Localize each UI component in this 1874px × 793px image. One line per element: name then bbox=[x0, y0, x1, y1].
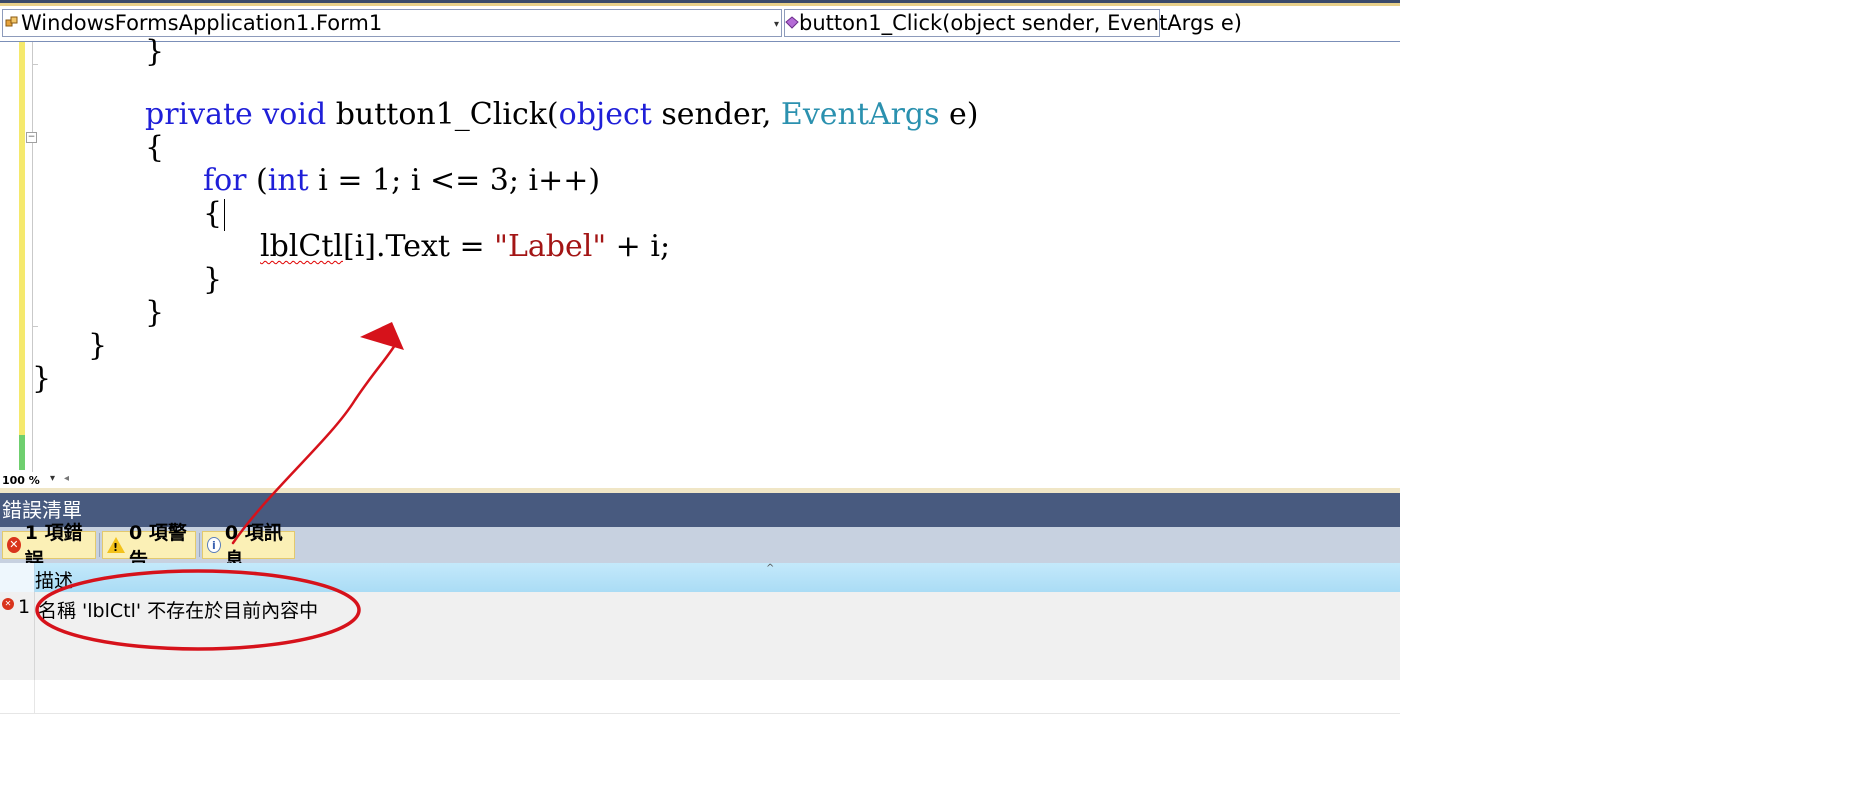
member-dropdown[interactable]: button1_Click(object sender, EventArgs e… bbox=[784, 9, 1242, 37]
chevron-down-icon[interactable]: ▾ bbox=[774, 19, 779, 30]
scroll-left-icon[interactable]: ◂ bbox=[64, 473, 69, 484]
code-line: { bbox=[203, 197, 226, 231]
zoom-dropdown-icon[interactable]: ▾ bbox=[50, 473, 55, 484]
changed-lines-marker bbox=[19, 42, 25, 435]
error-list-rows: ✕ 1 名稱 'lblCtl' 不存在於目前內容中 bbox=[0, 592, 1400, 680]
info-icon: i bbox=[207, 537, 221, 553]
class-dropdown-label: WindowsFormsApplication1.Form1 bbox=[21, 11, 383, 35]
code-line: } bbox=[203, 262, 223, 297]
navigation-bar: WindowsFormsApplication1.Form1 ▾ button1… bbox=[0, 7, 1400, 42]
error-list-toolbar: ✕ 1 項錯誤 ! 0 項警告 i 0 項訊息 bbox=[0, 522, 1400, 571]
collapse-toggle[interactable]: − bbox=[26, 132, 37, 143]
outline-line bbox=[32, 42, 33, 472]
code-line-error: lblCtl[i].Text = "Label" + i; bbox=[260, 229, 671, 264]
top-border bbox=[0, 0, 1400, 6]
code-line: } bbox=[88, 328, 108, 363]
saved-lines-marker bbox=[19, 435, 25, 470]
column-header-index[interactable] bbox=[0, 563, 35, 592]
zoom-level[interactable]: 100 % bbox=[2, 474, 40, 487]
errors-filter-button[interactable]: ✕ 1 項錯誤 bbox=[2, 522, 96, 571]
code-line-for: for (int i = 1; i <= 3; i++) bbox=[203, 163, 601, 198]
row-index: 1 bbox=[18, 596, 31, 618]
column-header-description[interactable]: 描述 bbox=[35, 566, 73, 593]
empty-area bbox=[0, 680, 1400, 714]
code-line: } bbox=[145, 34, 165, 69]
warning-icon: ! bbox=[107, 537, 125, 554]
code-line-method-signature: private void button1_Click(object sender… bbox=[145, 97, 979, 132]
error-icon: ✕ bbox=[7, 537, 21, 553]
member-dropdown-label: button1_Click(object sender, EventArgs e… bbox=[799, 11, 1242, 35]
row-description: 名稱 'lblCtl' 不存在於目前內容中 bbox=[38, 600, 319, 622]
code-editor[interactable]: − } private void button1_Click(object se… bbox=[0, 35, 1400, 472]
messages-filter-button[interactable]: i 0 項訊息 bbox=[202, 522, 295, 571]
text-caret bbox=[224, 199, 226, 231]
error-list-title: 錯誤清單 bbox=[0, 493, 1400, 527]
warnings-filter-button[interactable]: ! 0 項警告 bbox=[102, 522, 196, 571]
code-line: } bbox=[145, 295, 165, 330]
error-list-header: 描述 ^ bbox=[0, 563, 1400, 593]
class-icon bbox=[3, 16, 21, 30]
code-line: } bbox=[32, 361, 52, 396]
sort-indicator-icon: ^ bbox=[766, 563, 775, 574]
error-squiggle: lblCtl bbox=[260, 229, 343, 264]
code-line: { bbox=[145, 130, 165, 165]
method-icon bbox=[785, 16, 799, 30]
class-dropdown[interactable]: WindowsFormsApplication1.Form1 ▾ bbox=[2, 9, 782, 37]
error-icon: ✕ bbox=[2, 598, 14, 610]
table-row[interactable]: ✕ 1 名稱 'lblCtl' 不存在於目前內容中 bbox=[0, 592, 1400, 626]
